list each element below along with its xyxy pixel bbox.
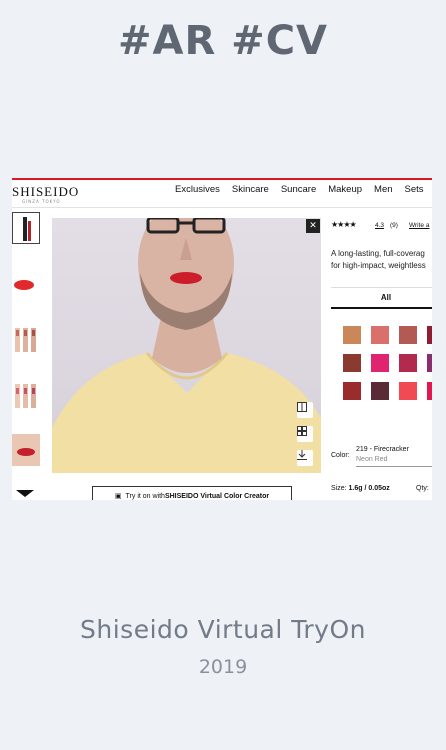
tryon-brand: SHISEIDO Virtual Color Creator <box>164 492 270 500</box>
write-review-link[interactable]: Write a <box>409 222 429 229</box>
selected-color-name: 219 - Firecracker <box>356 446 409 453</box>
color-label: Color: <box>331 452 350 459</box>
review-count: (9) <box>390 222 398 229</box>
download-icon[interactable] <box>297 450 313 466</box>
rating-stars-icon: ★★★★ <box>331 220 357 229</box>
description-line: A long-lasting, full-coverag <box>331 249 425 258</box>
compare-icon[interactable] <box>297 402 313 418</box>
camera-icon: ▣ <box>114 493 122 500</box>
close-icon[interactable]: ✕ <box>306 219 320 233</box>
size-label: Size: <box>331 485 347 492</box>
main-nav: Exclusives Skincare Suncare Makeup Men S… <box>175 184 424 195</box>
screenshot: SHISEIDO GINZA TOKYO Exclusives Skincare… <box>12 178 432 500</box>
brand-stripe <box>12 178 432 180</box>
size-value: 1.6g / 0.05oz <box>348 485 390 492</box>
virtual-tryon-button[interactable]: ▣ Try it on with SHISEIDO Virtual Color … <box>92 486 292 500</box>
brand-tagline: GINZA TOKYO <box>22 199 61 204</box>
nav-men[interactable]: Men <box>374 184 392 195</box>
grid-icon[interactable] <box>297 426 313 442</box>
color-swatch[interactable] <box>427 326 432 344</box>
color-swatch[interactable] <box>343 326 361 344</box>
nav-sets[interactable]: Sets <box>405 184 424 195</box>
tryon-prefix: Try it on with <box>125 492 165 500</box>
color-swatch[interactable] <box>427 354 432 372</box>
product-description: A long-lasting, full-coverag for high-im… <box>331 248 432 272</box>
color-divider <box>356 466 432 467</box>
camera-view <box>52 218 321 473</box>
scroll-down-icon[interactable] <box>16 490 34 497</box>
user-face-photo <box>52 218 321 473</box>
color-swatch[interactable] <box>343 382 361 400</box>
selected-color-subname: Neon Red <box>356 456 388 463</box>
color-swatch[interactable] <box>399 382 417 400</box>
color-swatch[interactable] <box>427 382 432 400</box>
nav-skincare[interactable]: Skincare <box>232 184 269 195</box>
project-year: 2019 <box>198 656 248 678</box>
qty-label: Qty: <box>416 485 429 492</box>
nav-exclusives[interactable]: Exclusives <box>175 184 220 195</box>
nav-suncare[interactable]: Suncare <box>281 184 316 195</box>
nav-makeup[interactable]: Makeup <box>328 184 362 195</box>
color-swatch[interactable] <box>399 354 417 372</box>
product-panel: ★★★★ 4.3 (9) Write a A long-lasting, ful… <box>331 208 432 498</box>
color-swatch[interactable] <box>371 382 389 400</box>
thumbnail-arm-swatches[interactable] <box>12 324 40 356</box>
project-title: Shiseido Virtual TryOn <box>80 615 366 644</box>
color-swatch[interactable] <box>371 326 389 344</box>
description-line: for high-impact, weightless <box>331 261 426 270</box>
color-swatch[interactable] <box>399 326 417 344</box>
thumbnail-lips-swatch[interactable] <box>12 270 40 302</box>
rating-value[interactable]: 4.3 <box>375 222 384 229</box>
size-info: Size: 1.6g / 0.05oz <box>331 485 390 492</box>
color-swatch[interactable] <box>371 354 389 372</box>
thumbnail-lipstick-tube[interactable] <box>12 212 40 244</box>
tab-all[interactable]: All <box>331 287 432 309</box>
thumbnail-model-lips[interactable] <box>12 434 40 466</box>
color-swatch[interactable] <box>343 354 361 372</box>
brand-logo[interactable]: SHISEIDO <box>12 184 79 200</box>
hashtags: #AR #CV <box>117 18 329 64</box>
thumbnail-arm-swatches-2[interactable] <box>12 380 40 412</box>
